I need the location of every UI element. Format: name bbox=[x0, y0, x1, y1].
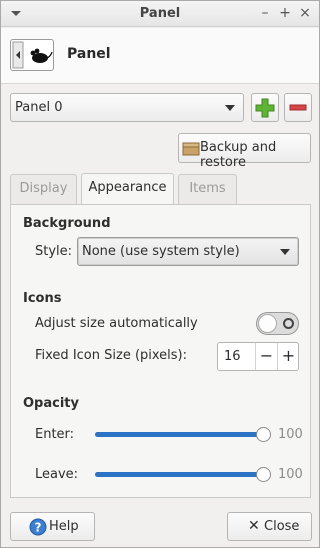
enter-label: Enter: bbox=[35, 427, 75, 442]
background-heading: Background bbox=[23, 216, 111, 231]
backup-restore-label: Backup and restore bbox=[200, 140, 277, 170]
chevron-down-icon bbox=[280, 249, 290, 255]
svg-text:?: ? bbox=[35, 521, 42, 535]
toggle-off-icon bbox=[283, 318, 294, 329]
tab-items-label: Items bbox=[189, 181, 226, 196]
tab-items[interactable]: Items bbox=[178, 174, 237, 204]
opacity-heading: Opacity bbox=[23, 396, 79, 411]
icons-heading: Icons bbox=[23, 291, 62, 306]
tab-display[interactable]: Display bbox=[10, 174, 77, 204]
increment-button[interactable]: + bbox=[277, 343, 299, 370]
maximize-icon[interactable]: + bbox=[277, 5, 293, 21]
minimize-icon[interactable]: – bbox=[257, 5, 273, 21]
remove-icon bbox=[289, 104, 307, 111]
panel-app-icon bbox=[10, 39, 54, 71]
tab-appearance-label: Appearance bbox=[88, 180, 167, 195]
adjust-size-label: Adjust size automatically bbox=[35, 316, 198, 331]
toggle-knob bbox=[258, 314, 277, 333]
close-window-icon[interactable]: × bbox=[297, 5, 313, 21]
close-icon: ✕ bbox=[248, 518, 260, 534]
chevron-down-icon bbox=[225, 105, 235, 111]
style-label: Style: bbox=[35, 244, 73, 259]
enter-opacity-value: 100 bbox=[278, 427, 303, 442]
package-icon bbox=[182, 142, 200, 156]
backup-restore-button[interactable]: Backup and restore bbox=[178, 133, 311, 170]
tab-appearance[interactable]: Appearance bbox=[81, 173, 174, 205]
help-icon: ? bbox=[29, 518, 47, 536]
enter-opacity-slider[interactable] bbox=[95, 432, 265, 437]
leave-opacity-value: 100 bbox=[278, 467, 303, 482]
help-label: Help bbox=[49, 519, 79, 534]
add-icon bbox=[255, 98, 275, 118]
fixed-icon-size-label: Fixed Icon Size (pixels): bbox=[35, 348, 188, 363]
style-select[interactable]: None (use system style) bbox=[77, 237, 299, 266]
titlebar: Panel – + × bbox=[1, 1, 319, 27]
decrement-button[interactable]: − bbox=[255, 343, 277, 370]
panel-preferences-window: Panel – + × Panel Panel 0 Backup and res… bbox=[0, 0, 320, 548]
panel-select-value: Panel 0 bbox=[15, 100, 63, 115]
adjust-size-toggle[interactable] bbox=[256, 312, 299, 335]
leave-opacity-slider[interactable] bbox=[95, 472, 265, 477]
enter-slider-handle[interactable] bbox=[256, 427, 271, 442]
close-label: Close bbox=[264, 519, 300, 534]
panel-select[interactable]: Panel 0 bbox=[10, 93, 244, 122]
leave-slider-handle[interactable] bbox=[256, 467, 271, 482]
fixed-icon-size-value[interactable]: 16 bbox=[224, 349, 241, 364]
add-panel-button[interactable] bbox=[251, 93, 279, 122]
dialog-header: Panel bbox=[1, 28, 319, 84]
tab-display-label: Display bbox=[19, 181, 68, 196]
leave-label: Leave: bbox=[35, 467, 79, 482]
style-select-value: None (use system style) bbox=[82, 244, 240, 259]
remove-panel-button[interactable] bbox=[284, 93, 312, 122]
fixed-icon-size-stepper[interactable]: 16 − + bbox=[217, 342, 299, 371]
header-title: Panel bbox=[67, 46, 111, 62]
close-button[interactable]: ✕ Close bbox=[227, 512, 312, 541]
help-button[interactable]: ? Help bbox=[10, 512, 95, 541]
